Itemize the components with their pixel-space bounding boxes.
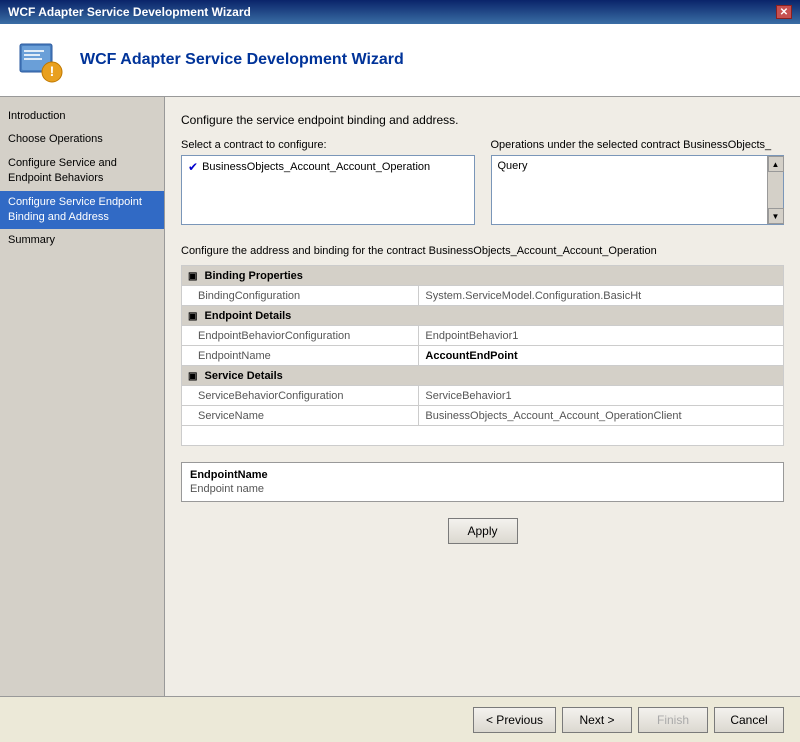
svg-text:!: ! bbox=[50, 63, 55, 79]
configure-address-label: Configure the address and binding for th… bbox=[181, 245, 784, 257]
wizard-body: IntroductionChoose OperationsConfigure S… bbox=[0, 97, 800, 696]
contract-item-label: BusinessObjects_Account_Account_Operatio… bbox=[202, 161, 430, 173]
prop-value: EndpointBehavior1 bbox=[419, 326, 784, 346]
wizard-content: Configure the service endpoint binding a… bbox=[165, 97, 800, 696]
contract-left-label: Select a contract to configure: bbox=[181, 139, 475, 151]
contract-listbox[interactable]: ✔ BusinessObjects_Account_Account_Operat… bbox=[181, 155, 475, 225]
operations-scrollbar: ▲ ▼ bbox=[767, 156, 783, 224]
info-box-text: Endpoint name bbox=[190, 483, 775, 495]
prop-value: BusinessObjects_Account_Account_Operatio… bbox=[419, 406, 784, 426]
expand-icon: ▣ bbox=[188, 271, 197, 282]
prop-value: ServiceBehavior1 bbox=[419, 386, 784, 406]
title-bar-text: WCF Adapter Service Development Wizard bbox=[8, 5, 251, 19]
operations-listbox[interactable]: Query bbox=[492, 156, 768, 224]
scrollbar-track bbox=[768, 172, 783, 208]
properties-table: ▣ Binding Properties BindingConfiguratio… bbox=[181, 265, 784, 446]
sidebar-item-configure-service-endpoint-behaviors[interactable]: Configure Service and Endpoint Behaviors bbox=[0, 152, 164, 191]
previous-button[interactable]: < Previous bbox=[473, 707, 556, 733]
wizard-header: ! WCF Adapter Service Development Wizard bbox=[0, 24, 800, 97]
list-item: Query bbox=[494, 158, 766, 174]
info-box: EndpointName Endpoint name bbox=[181, 462, 784, 502]
scroll-up-button[interactable]: ▲ bbox=[768, 156, 784, 172]
checkmark-icon: ✔ bbox=[188, 160, 198, 174]
content-top-label: Configure the service endpoint binding a… bbox=[181, 113, 784, 127]
prop-name: EndpointBehaviorConfiguration bbox=[182, 326, 419, 346]
contract-left: Select a contract to configure: ✔ Busine… bbox=[181, 139, 475, 225]
info-box-title: EndpointName bbox=[190, 469, 775, 481]
wizard-sidebar: IntroductionChoose OperationsConfigure S… bbox=[0, 97, 165, 696]
table-row[interactable]: EndpointBehaviorConfiguration EndpointBe… bbox=[182, 326, 784, 346]
cancel-button[interactable]: Cancel bbox=[714, 707, 784, 733]
list-item[interactable]: ✔ BusinessObjects_Account_Account_Operat… bbox=[184, 158, 472, 176]
prop-name: ServiceName bbox=[182, 406, 419, 426]
contract-right: Operations under the selected contract B… bbox=[491, 139, 785, 225]
operations-label: Operations under the selected contract B… bbox=[491, 139, 785, 151]
close-button[interactable]: ✕ bbox=[776, 5, 792, 19]
operations-listbox-wrapper: Query ▲ ▼ bbox=[491, 155, 785, 225]
table-row-empty bbox=[182, 426, 784, 446]
endpoint-details-header: ▣ Endpoint Details bbox=[182, 306, 784, 326]
finish-button[interactable]: Finish bbox=[638, 707, 708, 733]
prop-name: BindingConfiguration bbox=[182, 286, 419, 306]
binding-properties-header: ▣ Binding Properties bbox=[182, 266, 784, 286]
service-details-label: Service Details bbox=[205, 370, 283, 382]
apply-button-row: Apply bbox=[181, 518, 784, 544]
sidebar-item-choose-operations[interactable]: Choose Operations bbox=[0, 128, 164, 151]
prop-value: AccountEndPoint bbox=[419, 346, 784, 366]
sidebar-item-configure-service-endpoint-binding[interactable]: Configure Service Endpoint Binding and A… bbox=[0, 191, 164, 230]
table-row[interactable]: EndpointName AccountEndPoint bbox=[182, 346, 784, 366]
prop-name: EndpointName bbox=[182, 346, 419, 366]
expand-icon: ▣ bbox=[188, 311, 197, 322]
table-row[interactable]: ServiceName BusinessObjects_Account_Acco… bbox=[182, 406, 784, 426]
table-row[interactable]: ServiceBehaviorConfiguration ServiceBeha… bbox=[182, 386, 784, 406]
title-bar: WCF Adapter Service Development Wizard ✕ bbox=[0, 0, 800, 24]
sidebar-item-introduction[interactable]: Introduction bbox=[0, 105, 164, 128]
prop-name: ServiceBehaviorConfiguration bbox=[182, 386, 419, 406]
sidebar-item-summary[interactable]: Summary bbox=[0, 229, 164, 252]
scroll-down-button[interactable]: ▼ bbox=[768, 208, 784, 224]
wizard-title: WCF Adapter Service Development Wizard bbox=[80, 51, 404, 69]
table-row[interactable]: BindingConfiguration System.ServiceModel… bbox=[182, 286, 784, 306]
expand-icon: ▣ bbox=[188, 371, 197, 382]
contract-section: Select a contract to configure: ✔ Busine… bbox=[181, 139, 784, 225]
wizard-icon: ! bbox=[16, 36, 64, 84]
prop-value: System.ServiceModel.Configuration.BasicH… bbox=[419, 286, 784, 306]
endpoint-details-label: Endpoint Details bbox=[205, 310, 292, 322]
next-button[interactable]: Next > bbox=[562, 707, 632, 733]
wizard-footer: < Previous Next > Finish Cancel bbox=[0, 696, 800, 742]
apply-button[interactable]: Apply bbox=[448, 518, 518, 544]
binding-properties-label: Binding Properties bbox=[205, 270, 303, 282]
wizard-container: ! WCF Adapter Service Development Wizard… bbox=[0, 24, 800, 742]
service-details-header: ▣ Service Details bbox=[182, 366, 784, 386]
